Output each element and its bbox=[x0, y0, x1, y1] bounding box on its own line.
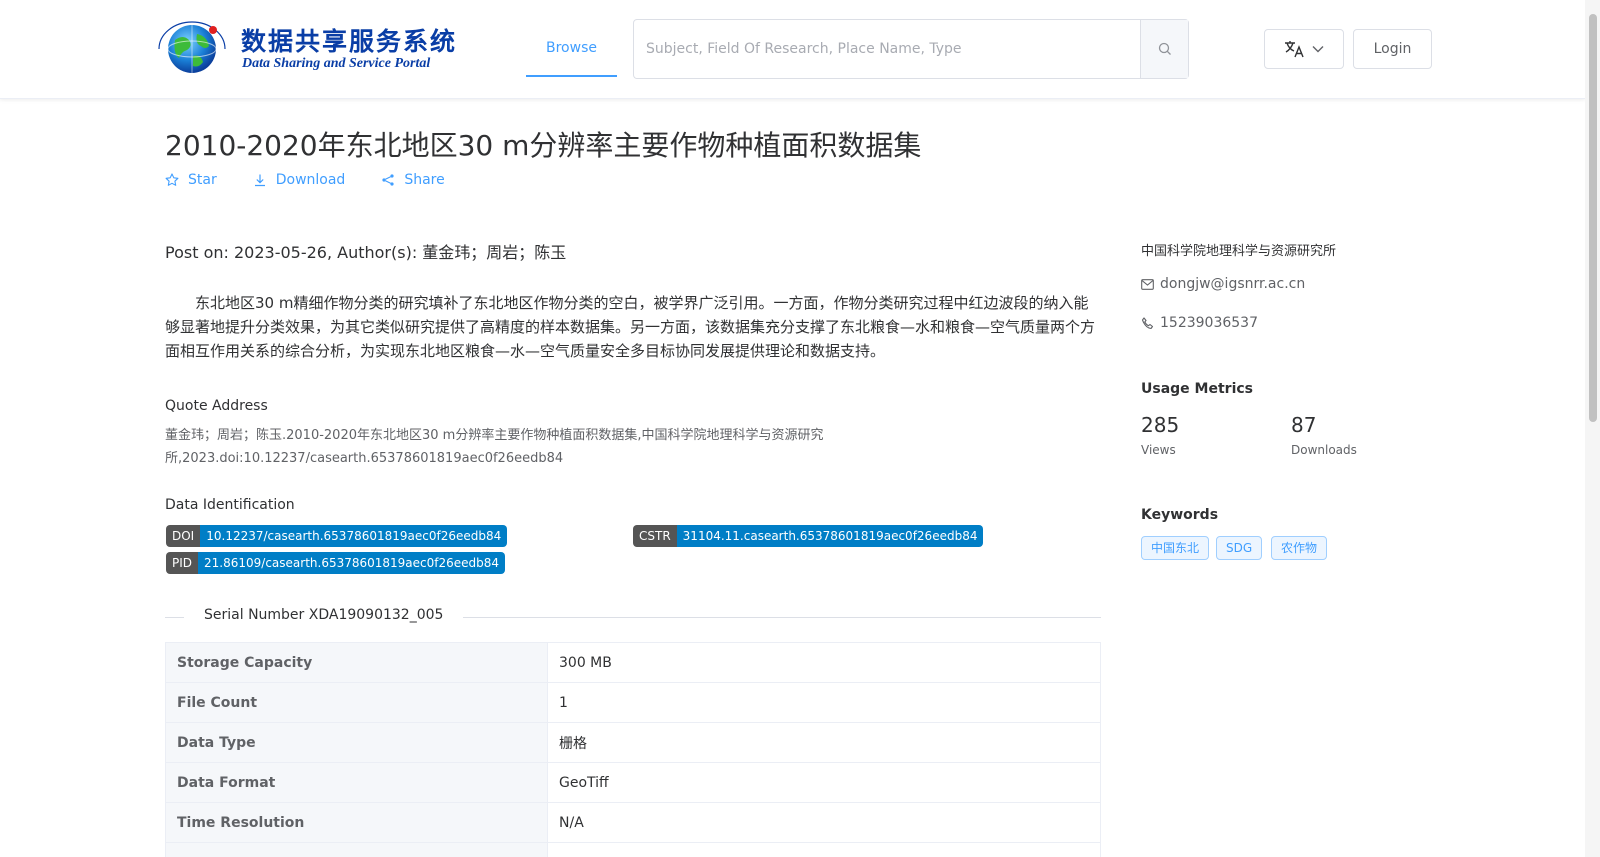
table-key bbox=[165, 842, 548, 857]
contact-phone: 15239036537 bbox=[1141, 315, 1258, 331]
cstr-badge-value: 31104.11.casearth.65378601819aec0f26eedb… bbox=[676, 525, 984, 547]
downloads-label: Downloads bbox=[1291, 443, 1357, 457]
phone-text: 15239036537 bbox=[1160, 315, 1258, 331]
serial-number: Serial Number XDA19090132_005 bbox=[184, 607, 464, 623]
share-icon bbox=[382, 174, 394, 186]
keyword-tag[interactable]: SDG bbox=[1216, 536, 1263, 560]
table-value bbox=[547, 842, 1101, 857]
quote-address-text: 董金玮；周岩；陈玉.2010-2020年东北地区30 m分辨率主要作物种植面积数… bbox=[165, 428, 824, 466]
pid-badge-key: PID bbox=[166, 552, 199, 574]
pid-badge[interactable]: PID 21.86109/casearth.65378601819aec0f26… bbox=[166, 552, 506, 574]
table-row bbox=[165, 842, 1101, 857]
table-value: N/A bbox=[547, 802, 1101, 843]
page-scrollbar[interactable] bbox=[1585, 0, 1600, 857]
translate-icon bbox=[1285, 41, 1304, 58]
login-button[interactable]: Login bbox=[1353, 29, 1432, 69]
phone-icon bbox=[1141, 316, 1154, 329]
globe-logo-icon bbox=[158, 21, 226, 73]
language-switch-button[interactable] bbox=[1264, 29, 1344, 69]
dataset-actions: Star Download Share bbox=[165, 172, 481, 188]
search-icon bbox=[1158, 42, 1171, 55]
table-value: GeoTiff bbox=[547, 762, 1101, 803]
scrollbar-thumb[interactable] bbox=[1589, 14, 1597, 422]
logo-title-en: Data Sharing and Service Portal bbox=[242, 56, 431, 71]
doi-badge-value: 10.12237/casearth.65378601819aec0f26eedb… bbox=[200, 525, 508, 547]
dataset-abstract: 东北地区30 m精细作物分类的研究填补了东北地区作物分类的空白，被学界广泛引用。… bbox=[165, 294, 1096, 360]
logo-title-cn: 数据共享服务系统 bbox=[241, 27, 458, 56]
table-row: File Count 1 bbox=[165, 682, 1101, 723]
keyword-tag[interactable]: 农作物 bbox=[1271, 536, 1328, 560]
keywords-heading: Keywords bbox=[1141, 507, 1219, 523]
downloads-count: 87 bbox=[1291, 413, 1317, 437]
download-label: Download bbox=[275, 172, 346, 188]
site-logo[interactable]: 数据共享服务系统 Data Sharing and Service Portal bbox=[153, 20, 455, 78]
table-row: Data Type 栅格 bbox=[165, 722, 1101, 763]
pid-badge-value: 21.86109/casearth.65378601819aec0f26eedb… bbox=[198, 552, 506, 574]
email-text: dongjw@igsnrr.ac.cn bbox=[1160, 276, 1306, 292]
doi-badge-key: DOI bbox=[166, 525, 201, 547]
views-count: 285 bbox=[1141, 413, 1180, 437]
star-label: Star bbox=[188, 172, 217, 188]
table-key: Data Type bbox=[165, 722, 548, 763]
views-label: Views bbox=[1141, 443, 1176, 457]
nav-browse-tab[interactable]: Browse bbox=[526, 0, 617, 77]
download-icon bbox=[254, 174, 265, 187]
share-button[interactable]: Share bbox=[381, 172, 445, 188]
top-header: 数据共享服务系统 Data Sharing and Service Portal… bbox=[0, 0, 1585, 99]
organization-name: 中国科学院地理科学与资源研究所 bbox=[1141, 244, 1337, 259]
dataset-title: 2010-2020年东北地区30 m分辨率主要作物种植面积数据集 bbox=[165, 129, 922, 162]
table-key: Time Resolution bbox=[165, 802, 548, 843]
data-identification-heading: Data Identification bbox=[165, 497, 295, 513]
cstr-badge-key: CSTR bbox=[633, 525, 677, 547]
search-input[interactable] bbox=[634, 20, 1140, 78]
table-key: File Count bbox=[165, 682, 548, 723]
share-label: Share bbox=[404, 172, 445, 188]
table-value: 300 MB bbox=[547, 642, 1101, 683]
usage-metrics-heading: Usage Metrics bbox=[1141, 381, 1253, 397]
star-button[interactable]: Star bbox=[165, 172, 217, 188]
cstr-badge[interactable]: CSTR 31104.11.casearth.65378601819aec0f2… bbox=[633, 525, 984, 547]
search-box bbox=[633, 19, 1189, 79]
chevron-down-icon bbox=[1312, 46, 1324, 53]
table-value: 栅格 bbox=[547, 722, 1101, 763]
table-key: Data Format bbox=[165, 762, 548, 803]
dataset-info-table: Storage Capacity 300 MB File Count 1 Dat… bbox=[165, 642, 1101, 857]
table-row: Data Format GeoTiff bbox=[165, 762, 1101, 803]
mail-icon bbox=[1141, 278, 1154, 290]
table-key: Storage Capacity bbox=[165, 642, 548, 683]
table-row: Time Resolution N/A bbox=[165, 802, 1101, 843]
contact-email[interactable]: dongjw@igsnrr.ac.cn bbox=[1141, 276, 1305, 292]
star-icon bbox=[165, 173, 179, 186]
keyword-tag[interactable]: 中国东北 bbox=[1141, 536, 1210, 560]
doi-badge[interactable]: DOI 10.12237/casearth.65378601819aec0f26… bbox=[166, 525, 508, 547]
table-row: Storage Capacity 300 MB bbox=[165, 642, 1101, 683]
table-value: 1 bbox=[547, 682, 1101, 723]
search-button[interactable] bbox=[1140, 20, 1188, 78]
download-button[interactable]: Download bbox=[253, 172, 346, 188]
post-meta: Post on: 2023-05-26, Author(s): 董金玮；周岩；陈… bbox=[165, 243, 567, 262]
quote-address-heading: Quote Address bbox=[165, 398, 268, 414]
